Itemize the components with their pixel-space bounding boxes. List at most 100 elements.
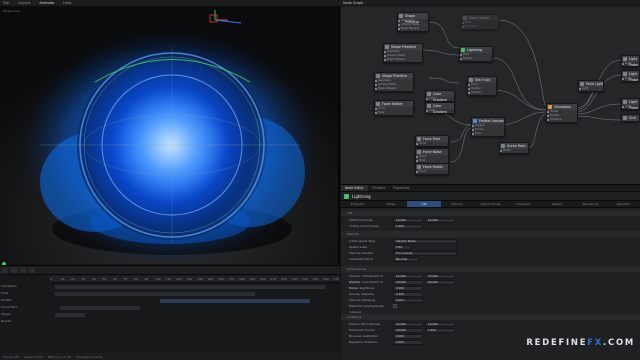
grid-icon — [623, 116, 627, 120]
node-simulation[interactable]: Simulation Forces Emitter Colliders — [546, 103, 578, 123]
number-field[interactable]: 0.000 — [393, 334, 423, 339]
3d-viewport[interactable]: Perspective — [0, 7, 340, 264]
node-scene-point[interactable]: Scene Point Points — [499, 142, 529, 154]
number-field[interactable]: 75.000 — [425, 274, 455, 279]
point-icon — [501, 144, 505, 148]
dropdown[interactable]: Velocity Noise — [393, 239, 457, 244]
number-field[interactable]: 20.000 — [393, 328, 423, 333]
category-tab[interactable]: Active Forces — [474, 201, 507, 207]
step-forward-icon[interactable] — [20, 267, 26, 273]
status-bar: Frame 120 Speed 1.00x Memory 2.1 GB Simu… — [0, 353, 340, 360]
number-field[interactable]: 0.500 — [393, 292, 423, 297]
number-field[interactable]: 0.50 — [393, 245, 411, 250]
track-bar[interactable] — [55, 292, 255, 296]
ruler-tick: 130 — [186, 277, 193, 281]
node-light-probe[interactable]: Light Probe Light — [621, 70, 640, 82]
menu-file[interactable]: File — [3, 1, 9, 5]
node-lightning[interactable]: Lightning Fluid Output — [459, 46, 493, 62]
tab-node-editor[interactable]: Node Editor — [341, 185, 368, 191]
simulation-icon — [548, 105, 552, 109]
number-field[interactable]: 0.000 — [393, 340, 423, 345]
play-icon[interactable] — [2, 267, 8, 273]
ruler-tick: 110 — [165, 277, 172, 281]
node-force-noise[interactable]: Force Noise Force Mask — [415, 148, 449, 164]
section-header[interactable]: Velocity — [341, 231, 640, 237]
ruler-tick: 250 — [312, 277, 319, 281]
track-row[interactable]: Time — [0, 291, 340, 297]
menu-layout[interactable]: Layout — [18, 1, 30, 5]
node-color-gradient[interactable]: Color Gradient Color — [425, 102, 455, 114]
tab-timeline[interactable]: Timeline — [368, 185, 390, 191]
number-field[interactable]: 15.000 — [393, 274, 423, 279]
track-bar[interactable] — [55, 285, 325, 289]
ruler-tick: 100 — [155, 277, 161, 281]
node-title: Lightning — [341, 192, 640, 201]
track-bar[interactable] — [55, 313, 85, 317]
node-emitter-volume[interactable]: Emitter Volume Volume Forces Color — [471, 117, 505, 137]
ruler-tick: 160 — [218, 277, 224, 281]
section-header[interactable]: Collisions — [341, 314, 640, 320]
number-field[interactable]: 0.000 — [393, 224, 423, 229]
node-graph-panel[interactable]: Node Graph Shape Primitive Geometry Volu… — [341, 0, 640, 184]
dropdown[interactable]: Full velocity — [393, 251, 457, 256]
ruler-tick: 170 — [228, 277, 235, 281]
dropdown[interactable]: Minimal — [393, 257, 419, 262]
node-force-radial[interactable]: Force Radial Force — [415, 163, 449, 175]
number-field[interactable]: 7.500 — [425, 328, 455, 333]
track-row[interactable]: Emitter — [0, 298, 340, 304]
property-row: Timing randomness 0.000 — [341, 223, 640, 229]
track-row[interactable]: Render — [0, 319, 340, 325]
number-field[interactable]: 20.000 — [393, 280, 423, 285]
node-sim-fluid[interactable]: Sim Fluid Force Volume Collision — [467, 76, 497, 96]
section-header[interactable]: Life — [341, 210, 640, 216]
track-bar[interactable] — [160, 299, 310, 303]
node-shape-primitive[interactable]: Shape Primitive Geometry Volume Fields M… — [397, 12, 429, 32]
watermark: REDEFINEFX.COM — [526, 337, 635, 347]
ruler-tick: 10 — [60, 277, 65, 281]
node-color-gradient[interactable]: Color Gradient Color — [425, 90, 455, 102]
number-field[interactable]: 10.000 — [425, 322, 455, 327]
number-field[interactable]: 12.000 — [425, 218, 455, 223]
menu-animate[interactable]: Animate — [39, 1, 54, 5]
ruler-tick: 30 — [81, 277, 86, 281]
category-tab[interactable]: Shape — [374, 201, 407, 207]
checkbox[interactable] — [393, 304, 397, 308]
timeline-ruler[interactable]: 0 10 20 30 40 50 60 70 80 90 100 110 120… — [50, 276, 340, 283]
number-field[interactable]: 10.000 — [393, 218, 423, 223]
category-tab[interactable]: Emission — [341, 201, 374, 207]
node-force-field[interactable]: Force Field Force — [415, 135, 449, 147]
node-shape-primitive[interactable]: Shape Primitive Geometry Volume Fields M… — [383, 43, 423, 63]
ruler-tick: 140 — [197, 277, 203, 281]
menu-help[interactable]: Help — [63, 1, 71, 5]
node-light-probe[interactable]: Light Probe Light — [621, 55, 640, 67]
section-header[interactable]: Active forces — [341, 266, 640, 272]
category-tab[interactable]: Rendering — [574, 201, 607, 207]
property-row: Detected gravity/Scalar induced — [341, 303, 640, 314]
category-tab[interactable]: Velocity — [441, 201, 474, 207]
probe-icon — [623, 72, 627, 76]
timeline-toolbar — [0, 266, 340, 275]
tab-properties[interactable]: Properties — [389, 185, 413, 191]
number-field[interactable]: 60.000 — [425, 280, 455, 285]
track-bar[interactable] — [60, 306, 140, 310]
category-tab[interactable]: Shader — [540, 201, 573, 207]
category-tab[interactable]: Life — [407, 201, 441, 207]
status-item: Frame 120 — [3, 354, 20, 359]
node-grid[interactable]: Grid — [621, 114, 640, 122]
category-tab[interactable]: Collisions — [507, 201, 540, 207]
number-field[interactable]: 20.000 — [393, 322, 423, 327]
ruler-tick: 270 — [333, 277, 340, 281]
category-tab[interactable]: Operator — [607, 201, 640, 207]
node-shape-primitive[interactable]: Shape Primitive Geometry Volume Fields M… — [374, 72, 414, 92]
track-row[interactable]: Simulation — [0, 284, 340, 290]
number-field[interactable]: 0.001 — [393, 298, 423, 303]
stop-icon[interactable] — [11, 267, 17, 273]
loop-icon[interactable] — [29, 267, 35, 273]
number-field[interactable]: 0.000 — [393, 286, 423, 291]
node-light-probe[interactable]: Light Probe Light — [621, 98, 640, 110]
node-point-light[interactable]: Point Light Light — [578, 80, 604, 92]
track-row[interactable]: Shape — [0, 312, 340, 318]
node-force-twister[interactable]: Force Twister Force Mask — [374, 100, 414, 116]
node-mesh-loader[interactable]: Mesh Loader Mesh Transform — [461, 14, 499, 30]
track-row[interactable]: Force Field — [0, 305, 340, 311]
